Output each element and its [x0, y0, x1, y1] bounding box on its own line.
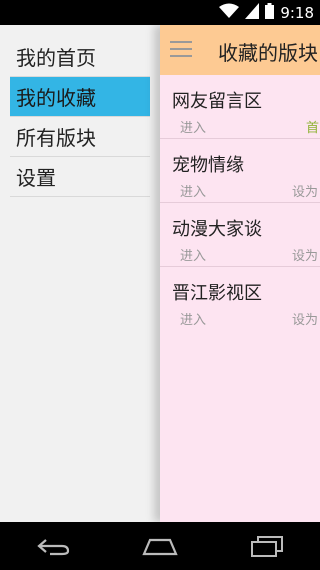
list-item: 网友留言区 进入 首 [160, 75, 320, 139]
enter-button[interactable]: 进入 [180, 117, 206, 136]
set-as-button[interactable]: 设为 [292, 245, 318, 264]
home-nav-button[interactable] [135, 531, 185, 561]
back-button[interactable] [28, 531, 78, 561]
enter-button[interactable]: 进入 [180, 309, 206, 328]
board-name[interactable]: 网友留言区 [172, 87, 262, 113]
system-nav-bar [0, 522, 320, 570]
set-as-button[interactable]: 设为 [292, 181, 318, 200]
home-icon [142, 538, 178, 556]
board-name[interactable]: 动漫大家谈 [172, 215, 262, 241]
drawer-item-all-boards[interactable]: 所有版块 [10, 117, 150, 157]
page-title: 收藏的版块 [218, 41, 318, 65]
drawer-item-label: 设置 [16, 166, 56, 190]
battery-icon [265, 2, 275, 23]
status-time: 9:18 [280, 3, 314, 22]
home-button[interactable]: 首 [306, 117, 319, 136]
drawer-item-label: 我的首页 [16, 46, 96, 70]
wifi-icon [219, 3, 240, 23]
drawer-item-home[interactable]: 我的首页 [10, 37, 150, 77]
enter-button[interactable]: 进入 [180, 245, 206, 264]
list-item: 晋江影视区 进入 设为 [160, 267, 320, 331]
drawer-item-favorites[interactable]: 我的收藏 [10, 77, 150, 117]
menu-icon[interactable] [170, 41, 192, 57]
drawer-item-label: 所有版块 [16, 126, 96, 150]
recents-icon [250, 536, 283, 557]
recents-button[interactable] [242, 531, 292, 561]
set-as-button[interactable]: 设为 [292, 309, 318, 328]
main-content: 收藏的版块 网友留言区 进入 首 宠物情缘 进入 设为 动漫大家谈 进入 设为 … [160, 25, 320, 522]
signal-icon [245, 2, 260, 23]
list-item: 动漫大家谈 进入 设为 [160, 203, 320, 267]
board-name[interactable]: 晋江影视区 [172, 279, 262, 305]
board-name[interactable]: 宠物情缘 [172, 151, 244, 177]
back-icon [37, 539, 70, 556]
toolbar: 收藏的版块 [160, 25, 320, 75]
navigation-drawer: 我的首页 我的收藏 所有版块 设置 [0, 25, 160, 522]
drawer-item-label: 我的收藏 [16, 86, 96, 110]
status-bar: 9:18 [0, 0, 320, 25]
enter-button[interactable]: 进入 [180, 181, 206, 200]
drawer-item-settings[interactable]: 设置 [10, 157, 150, 197]
list-item: 宠物情缘 进入 设为 [160, 139, 320, 203]
